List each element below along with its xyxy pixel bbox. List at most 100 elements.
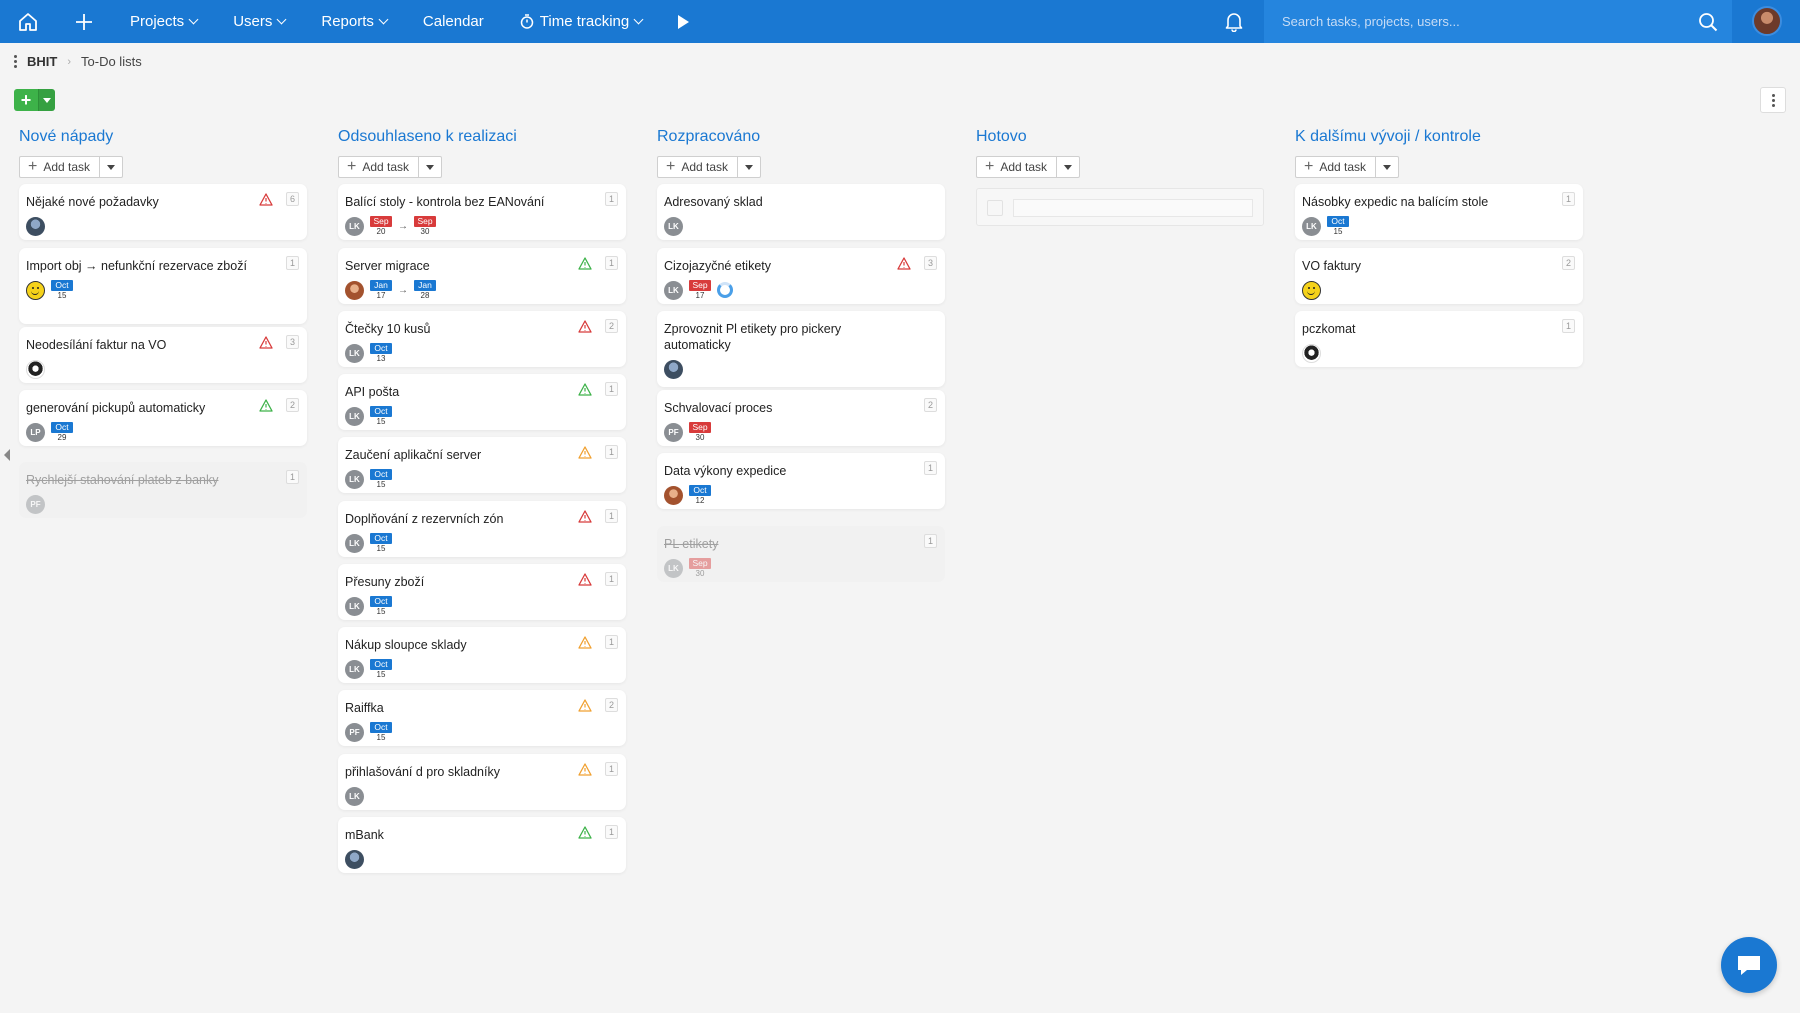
task-title[interactable]: PL etikety — [664, 536, 899, 552]
task-card[interactable]: VO faktury 2 — [1295, 248, 1583, 304]
assignee-avatar[interactable]: LK — [664, 280, 683, 300]
breadcrumb-project[interactable]: BHIT — [27, 54, 57, 69]
task-card[interactable]: přihlašování d pro skladníky 1 LK — [338, 754, 626, 810]
task-title[interactable]: Schvalovací proces — [664, 400, 899, 416]
add-task-label-wrap[interactable]: + Add task — [977, 157, 1058, 177]
add-task-button[interactable]: + Add task — [19, 156, 124, 178]
caret-down-icon[interactable] — [100, 157, 122, 177]
caret-down-icon[interactable] — [1057, 157, 1079, 177]
task-title[interactable]: Nákup sloupce sklady — [345, 637, 580, 653]
assignee-avatar[interactable]: LK — [345, 786, 364, 806]
task-title[interactable]: Čtečky 10 kusů — [345, 321, 580, 337]
assignee-avatar[interactable] — [664, 359, 683, 379]
task-card[interactable]: Neodesílání faktur na VO 3 — [19, 327, 307, 383]
add-task-label-wrap[interactable]: + Add task — [339, 157, 420, 177]
assignee-avatar[interactable] — [1302, 343, 1321, 363]
nav-reports[interactable]: Reports — [303, 0, 405, 43]
assignee-avatar[interactable] — [26, 280, 45, 300]
task-card[interactable]: Data výkony expedice 1 Oct 12 — [657, 453, 945, 509]
list-title[interactable]: Nové nápady — [19, 128, 306, 150]
task-title[interactable]: Import obj → nefunkční rezervace zboží — [26, 258, 261, 274]
task-title[interactable]: Zaučení aplikační server — [345, 447, 580, 463]
task-card[interactable]: pczkomat 1 — [1295, 311, 1583, 367]
task-card[interactable]: Přesuny zboží 1 LK Oct 15 — [338, 564, 626, 620]
list-title[interactable]: K dalšímu vývoji / kontrole — [1295, 128, 1582, 150]
task-title[interactable]: Přesuny zboží — [345, 574, 580, 590]
assignee-avatar[interactable]: LK — [345, 343, 364, 363]
assignee-avatar[interactable]: LK — [664, 216, 683, 236]
add-task-label-wrap[interactable]: + Add task — [1296, 157, 1377, 177]
task-title[interactable]: Neodesílání faktur na VO — [26, 337, 261, 353]
task-card[interactable]: Schvalovací proces 2 PF Sep 30 — [657, 390, 945, 446]
task-title[interactable]: Raiffka — [345, 700, 580, 716]
task-card[interactable]: Zprovoznit Pl etikety pro pickery automa… — [657, 311, 945, 387]
task-card[interactable]: Cizojazyčné etikety 3 LK Sep 17 — [657, 248, 945, 304]
task-card[interactable]: Nějaké nové požadavky 6 — [19, 184, 307, 240]
task-title[interactable]: Zprovoznit Pl etikety pro pickery automa… — [664, 321, 899, 353]
caret-down-icon[interactable] — [1376, 157, 1398, 177]
chat-button[interactable] — [1721, 937, 1777, 993]
task-title[interactable]: Data výkony expedice — [664, 463, 899, 479]
task-card[interactable]: Raiffka 2 PF Oct 15 — [338, 690, 626, 746]
assignee-avatar[interactable]: LK — [345, 659, 364, 679]
assignee-avatar[interactable]: LK — [345, 216, 364, 236]
task-card[interactable]: Čtečky 10 kusů 2 LK Oct 13 — [338, 311, 626, 367]
task-title[interactable]: Nějaké nové požadavky — [26, 194, 261, 210]
plus-icon[interactable] — [56, 0, 112, 43]
assignee-avatar[interactable]: LK — [345, 406, 364, 426]
assignee-avatar[interactable] — [345, 280, 364, 300]
nav-users[interactable]: Users — [215, 0, 303, 43]
assignee-avatar[interactable] — [1302, 280, 1321, 300]
user-avatar[interactable] — [1752, 6, 1782, 36]
timer-play-button[interactable] — [660, 0, 707, 43]
caret-down-icon[interactable] — [419, 157, 441, 177]
task-title[interactable]: API pošta — [345, 384, 580, 400]
task-card[interactable]: Nákup sloupce sklady 1 LK Oct 15 — [338, 627, 626, 683]
add-list-button[interactable]: + — [14, 89, 55, 111]
task-title[interactable]: Násobky expedic na balícím stole — [1302, 194, 1537, 210]
assignee-avatar[interactable]: LP — [26, 422, 45, 442]
task-title[interactable]: Rychlejší stahování plateb z banky — [26, 472, 261, 488]
caret-down-icon[interactable] — [38, 89, 55, 111]
task-title[interactable]: Balící stoly - kontrola bez EANování — [345, 194, 580, 210]
assignee-avatar[interactable] — [26, 216, 45, 236]
add-task-button[interactable]: + Add task — [1295, 156, 1400, 178]
task-title[interactable]: mBank — [345, 827, 580, 843]
search-input[interactable] — [1264, 14, 1684, 29]
caret-down-icon[interactable] — [738, 157, 760, 177]
task-card[interactable]: Adresovaný sklad LK — [657, 184, 945, 240]
add-task-label-wrap[interactable]: + Add task — [658, 157, 739, 177]
assignee-avatar[interactable]: LK — [1302, 216, 1321, 236]
task-title[interactable]: pczkomat — [1302, 321, 1537, 337]
assignee-avatar[interactable]: LK — [345, 469, 364, 489]
assignee-avatar[interactable]: LK — [664, 558, 683, 578]
task-card[interactable]: Balící stoly - kontrola bez EANování 1 LK S… — [338, 184, 626, 240]
task-card[interactable]: API pošta 1 LK Oct 15 — [338, 374, 626, 430]
assignee-avatar[interactable]: PF — [664, 422, 683, 442]
add-task-label-wrap[interactable]: + Add task — [20, 157, 101, 177]
task-card[interactable]: Server migrace 1 Jan 17 → Jan 28 — [338, 248, 626, 304]
kebab-menu-icon[interactable] — [14, 55, 17, 68]
nav-projects[interactable]: Projects — [112, 0, 215, 43]
home-icon[interactable] — [0, 0, 56, 43]
list-title[interactable]: Odsouhlaseno k realizaci — [338, 128, 625, 150]
search-icon[interactable] — [1698, 12, 1718, 32]
add-task-button[interactable]: + Add task — [976, 156, 1081, 178]
board-options-button[interactable] — [1760, 87, 1786, 113]
assignee-avatar[interactable] — [345, 849, 364, 869]
assignee-avatar[interactable]: PF — [345, 722, 364, 742]
assignee-avatar[interactable]: PF — [26, 494, 45, 514]
task-card[interactable]: Zaučení aplikační server 1 LK Oct 15 — [338, 437, 626, 493]
task-card[interactable]: Násobky expedic na balícím stole 1 LK Oct 15 — [1295, 184, 1583, 240]
list-title[interactable]: Rozpracováno — [657, 128, 944, 150]
assignee-avatar[interactable] — [26, 359, 45, 379]
nav-calendar[interactable]: Calendar — [405, 0, 502, 43]
plus-icon[interactable]: + — [14, 89, 38, 111]
task-title[interactable]: generování pickupů automaticky — [26, 400, 261, 416]
task-card[interactable]: generování pickupů automaticky 2 LP Oct 29 — [19, 390, 307, 446]
collapse-left-icon[interactable] — [4, 449, 10, 461]
task-card[interactable]: Rychlejší stahování plateb z banky 1 PF — [19, 462, 307, 518]
add-task-button[interactable]: + Add task — [338, 156, 443, 178]
task-title[interactable]: Doplňování z rezervních zón — [345, 511, 580, 527]
list-title[interactable]: Hotovo — [976, 128, 1263, 150]
